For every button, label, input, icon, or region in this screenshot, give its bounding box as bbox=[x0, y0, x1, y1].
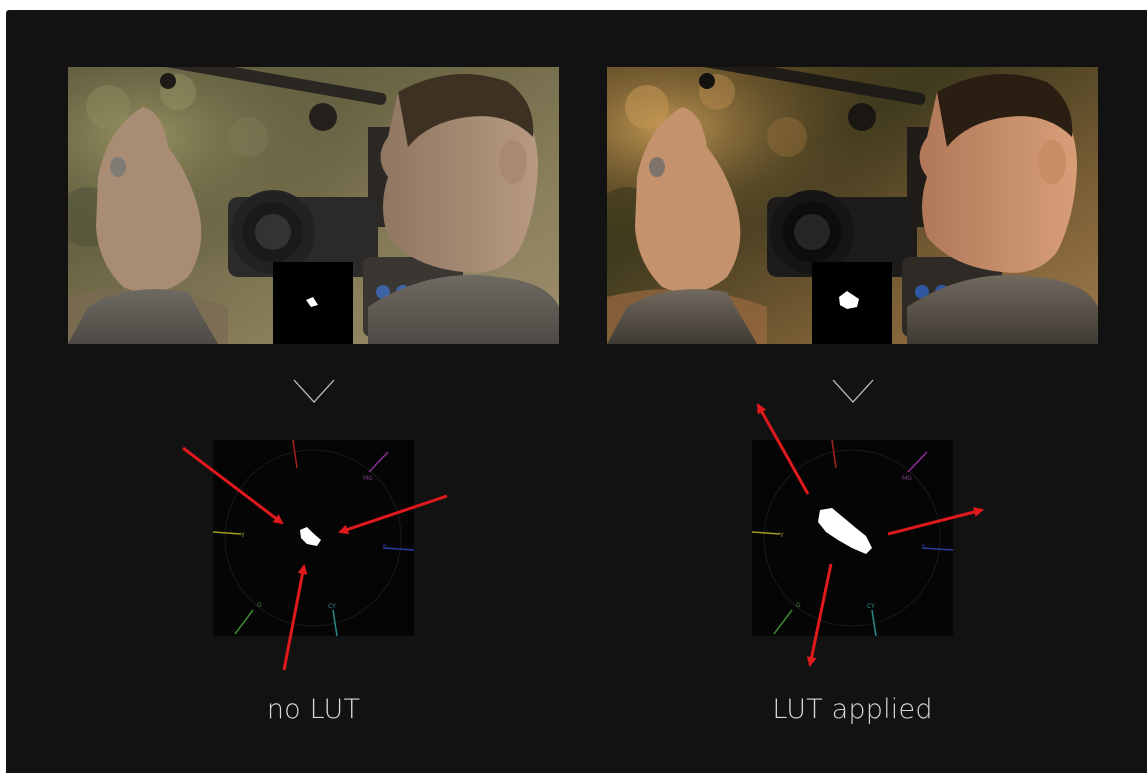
chevron-down-icon bbox=[293, 379, 335, 403]
svg-text:B: B bbox=[922, 544, 926, 550]
vectorscope-lut-applied: MG CY G Y B bbox=[752, 440, 953, 636]
svg-text:Y: Y bbox=[779, 532, 784, 539]
column-no-lut: MG CY G Y B no LUT bbox=[68, 10, 559, 773]
svg-text:MG: MG bbox=[363, 475, 373, 482]
svg-text:CY: CY bbox=[867, 603, 875, 610]
svg-text:MG: MG bbox=[902, 475, 912, 482]
caption-no-lut: no LUT bbox=[266, 694, 361, 725]
column-lut-applied: MG CY G Y B LUT applied bbox=[607, 10, 1098, 773]
photo-lut-applied bbox=[607, 67, 1098, 344]
photo-no-lut bbox=[68, 67, 559, 344]
svg-text:CY: CY bbox=[328, 603, 336, 610]
svg-text:B: B bbox=[383, 544, 387, 550]
svg-text:G: G bbox=[796, 602, 801, 609]
chevron-down-icon bbox=[832, 379, 874, 403]
comparison-panel: MG CY G Y B no LUT MG CY G Y B LUT appli… bbox=[6, 10, 1147, 773]
vectorscope-no-lut: MG CY G Y B bbox=[213, 440, 414, 636]
svg-text:Y: Y bbox=[240, 532, 245, 539]
svg-text:G: G bbox=[257, 602, 262, 609]
caption-lut-applied: LUT applied bbox=[772, 694, 933, 725]
